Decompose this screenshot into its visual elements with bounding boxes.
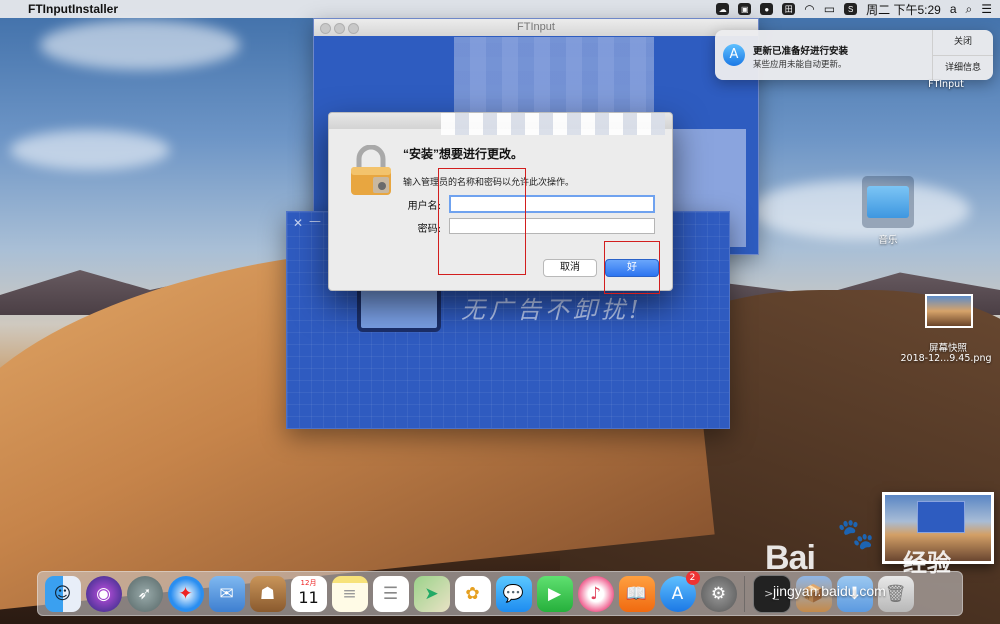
password-label: 密码:	[417, 224, 441, 235]
calendar-month: 12月	[300, 578, 317, 587]
app-store-dock-icon[interactable]: A 2	[659, 570, 700, 612]
wifi-icon[interactable]: ◠	[804, 2, 814, 16]
music-folder-icon[interactable]	[862, 176, 914, 228]
watermark-brand-suffix: 经验	[903, 549, 951, 577]
update-notification[interactable]: A 更新已准备好进行安装 某些应用未能自动更新。 关闭 详细信息	[715, 30, 993, 80]
creative-cloud-icon[interactable]: ☁	[716, 3, 730, 15]
safari-icon[interactable]: ✦	[167, 575, 204, 612]
messages-icon[interactable]: 💬	[495, 575, 532, 612]
notification-center-icon[interactable]: ☰	[981, 2, 992, 16]
calendar-icon[interactable]: 12月 11	[290, 575, 327, 612]
photos-icon[interactable]: ✿	[454, 575, 491, 612]
notification-actions: 关闭 详细信息	[932, 30, 993, 80]
lock-icon	[351, 145, 391, 195]
screenshot-file-icon[interactable]	[925, 294, 973, 328]
ftinput-window-titlebar[interactable]: FTInput	[314, 19, 758, 36]
notes-icon[interactable]: ≡	[331, 575, 368, 612]
splash-close-icon[interactable]: ✕	[293, 216, 303, 230]
maps-icon[interactable]: ➤	[413, 575, 450, 612]
wallpaper-cloud	[40, 20, 240, 70]
contacts-icon[interactable]: ☗	[249, 575, 286, 612]
window-minimize-button[interactable]	[334, 23, 345, 34]
menu-app-name[interactable]: FTInputInstaller	[28, 2, 118, 16]
battery-icon[interactable]: ▭	[824, 2, 835, 16]
system-preferences-icon[interactable]: ⚙	[700, 575, 737, 612]
window-close-button[interactable]	[320, 23, 331, 34]
app-store-icon: A	[723, 44, 745, 66]
music-folder-label[interactable]: 音乐	[862, 232, 914, 246]
menu-bar: FTInputInstaller ☁ ▣ ● 田 ◠ ▭ S 周二 下午5:29…	[0, 0, 1000, 18]
itunes-icon[interactable]: ♪	[577, 575, 614, 612]
screenshot-file-label[interactable]: 屏幕快照	[900, 340, 996, 354]
facetime-icon[interactable]: ▶	[536, 575, 573, 612]
calendar-day: 11	[298, 587, 319, 607]
input-source-indicator[interactable]: a	[950, 2, 957, 16]
baidu-jingyan-watermark: Bai 🐾 经验 jingyan.baidu.com	[765, 517, 985, 615]
microphone-icon[interactable]: ●	[760, 3, 774, 15]
keyboard-layout-icon[interactable]: 田	[782, 3, 796, 15]
dialog-title: “安装”想要进行更改。	[403, 147, 524, 161]
watermark-brand: Bai	[765, 539, 816, 577]
dock-separator	[744, 575, 745, 612]
cancel-button[interactable]: 取消	[543, 259, 597, 277]
reminders-icon[interactable]: ☰	[372, 575, 409, 612]
notification-close-button[interactable]: 关闭	[933, 30, 993, 56]
launchpad-icon[interactable]: ➶	[126, 575, 163, 612]
watermark-url: jingyan.baidu.com	[773, 583, 886, 599]
ftinput-window-title: FTInput	[517, 21, 555, 33]
mail-icon[interactable]: ✉	[208, 575, 245, 612]
desktop-ftinput-label[interactable]: FTInput	[916, 79, 976, 90]
screenshot-file-name[interactable]: 2018-12...9.45.png	[896, 353, 996, 364]
username-label: 用户名:	[407, 201, 441, 212]
annotation-box-ok	[604, 241, 660, 294]
menu-extras: ☁ ▣ ● 田 ◠ ▭ S 周二 下午5:29 a ⌕ ☰	[716, 0, 992, 18]
notification-details-button[interactable]: 详细信息	[933, 56, 993, 81]
notification-body: 某些应用未能自动更新。	[753, 60, 847, 70]
splash-minimize-icon[interactable]: —	[309, 214, 321, 228]
annotation-box-credentials	[438, 168, 526, 275]
wallpaper-cloud	[750, 180, 970, 240]
finder-icon[interactable]: ☺	[44, 575, 81, 612]
window-zoom-button[interactable]	[348, 23, 359, 34]
menu-clock[interactable]: 周二 下午5:29	[866, 1, 941, 18]
folder-icon	[867, 186, 909, 218]
siri-icon[interactable]: ◉	[85, 575, 122, 612]
pixelated-redaction	[441, 113, 665, 135]
spotlight-search-icon[interactable]: ⌕	[966, 2, 973, 17]
sogou-input-icon[interactable]: S	[844, 3, 858, 15]
baidu-paw-icon: 🐾	[837, 517, 875, 552]
wallpaper-cloud	[10, 130, 170, 170]
notification-title: 更新已准备好进行安装	[753, 46, 849, 57]
app-store-badge: 2	[685, 570, 700, 585]
ibooks-icon[interactable]: 📖	[618, 575, 655, 612]
preview-window-miniature	[917, 501, 965, 533]
splash-slogan: 无广告不卸扰!	[461, 296, 643, 324]
ftinput-menu-icon[interactable]: ▣	[738, 3, 752, 15]
